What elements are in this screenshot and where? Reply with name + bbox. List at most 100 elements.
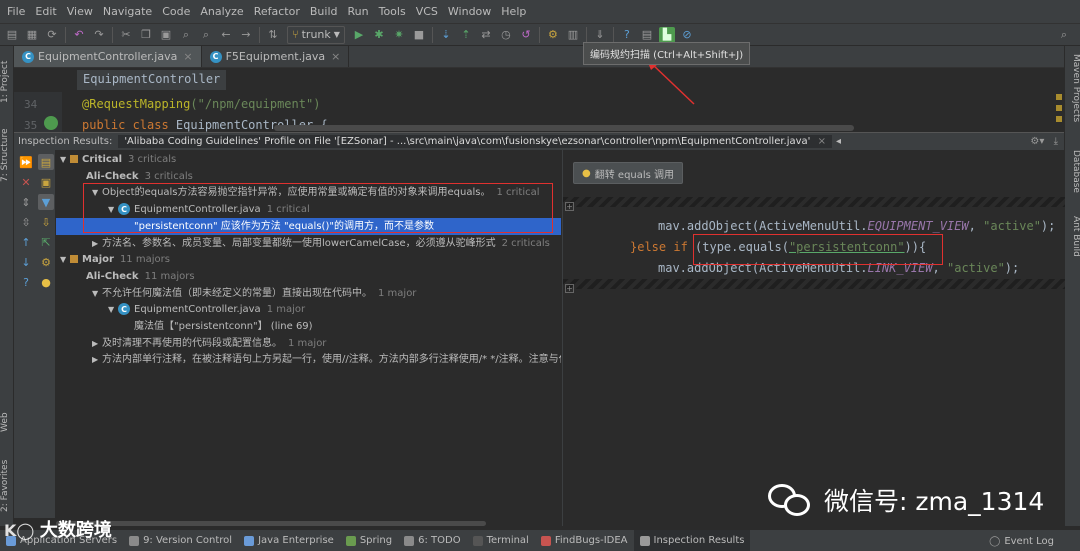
tree-row[interactable]: ▼ Critical 3 criticals (56, 151, 561, 168)
tool-tab-findbugs-idea[interactable]: FindBugs-IDEA (535, 530, 634, 551)
code-editor[interactable]: 34 35 @RequestMapping("/npm/equipment") … (14, 92, 1064, 132)
tree-row[interactable]: Ali-Check 11 majors (56, 268, 561, 285)
find-icon[interactable]: ⌕ (178, 27, 194, 43)
menu-item-analyze[interactable]: Analyze (195, 5, 248, 18)
collapse-arrow-icon[interactable]: ▼ (92, 285, 102, 302)
expand-arrow-icon[interactable]: ▶ (92, 335, 102, 352)
menu-item-help[interactable]: Help (496, 5, 531, 18)
undo-icon[interactable]: ↶ (71, 27, 87, 43)
vcs-compare-icon[interactable]: ⇄ (478, 27, 494, 43)
task-icon[interactable]: ▤ (639, 27, 655, 43)
export-icon[interactable]: ⇩ (38, 214, 54, 230)
vcs-commit-icon[interactable]: ⇡ (458, 27, 474, 43)
vcs-revert-icon[interactable]: ↺ (518, 27, 534, 43)
menu-item-run[interactable]: Run (343, 5, 374, 18)
quick-fix-bulb-icon[interactable]: ● (38, 274, 54, 290)
tool-tab-java-enterprise[interactable]: Java Enterprise (238, 530, 340, 551)
menu-item-vcs[interactable]: VCS (411, 5, 443, 18)
tool-tab-9-version-control[interactable]: 9: Version Control (123, 530, 238, 551)
warning-mark[interactable] (1056, 105, 1062, 111)
realtime-check-toggle-icon[interactable]: ⊘ (679, 27, 695, 43)
tool-tab-project[interactable]: 1: Project (0, 52, 14, 112)
tree-row[interactable]: ▼ C EquipmentController.java 1 major (56, 301, 561, 318)
gear-icon[interactable]: ⚙▾ (1030, 136, 1044, 147)
expand-all-icon[interactable]: ⇕ (18, 194, 34, 210)
tool-tab-structure[interactable]: 7: Structure (0, 120, 14, 190)
edit-settings-icon[interactable]: ⚙ (38, 254, 54, 270)
hide-panel-icon[interactable]: ⤓ (1054, 136, 1058, 147)
back-icon[interactable]: ← (218, 27, 234, 43)
group-by-severity-icon[interactable]: ▤ (38, 154, 54, 170)
tab-scroll-left-icon[interactable]: ◂ (836, 136, 841, 147)
inspection-tab[interactable]: 'Alibaba Coding Guidelines' Profile on F… (118, 135, 832, 148)
quick-fix-button[interactable]: ● 翻转 equals 调用 (573, 162, 684, 184)
autoscroll-icon[interactable]: ⇱ (38, 234, 54, 250)
tool-tab-ant-build[interactable]: Ant Build (1067, 216, 1080, 272)
replace-icon[interactable]: ⌕ (198, 27, 214, 43)
tree-row[interactable]: ▼ 不允许任何魔法值（即未经定义的常量）直接出现在代码中。 1 major (56, 285, 561, 302)
tool-tab-database[interactable]: Database (1067, 150, 1080, 206)
coding-guideline-scan-icon[interactable]: ▙ (658, 26, 675, 43)
fold-marker[interactable]: + (565, 202, 574, 211)
menu-item-tools[interactable]: Tools (374, 5, 411, 18)
debug-icon[interactable]: ✱ (371, 27, 387, 43)
copy-icon[interactable]: ❐ (138, 27, 154, 43)
stop-icon[interactable]: ■ (411, 27, 427, 43)
previous-problem-icon[interactable]: ↑ (18, 234, 34, 250)
event-log-button[interactable]: ◯ Event Log (989, 530, 1054, 551)
close-icon[interactable]: × (818, 136, 826, 147)
collapse-arrow-icon[interactable]: ▼ (60, 151, 70, 168)
tool-tab-terminal[interactable]: Terminal (467, 530, 535, 551)
cut-icon[interactable]: ✂ (118, 27, 134, 43)
group-by-directory-icon[interactable]: ▣ (38, 174, 54, 190)
filter-icon[interactable]: ▼ (38, 194, 54, 210)
tool-tab-6-todo[interactable]: 6: TODO (398, 530, 466, 551)
project-structure-icon[interactable]: ▥ (565, 27, 581, 43)
tree-row[interactable]: ▶ 及时清理不再使用的代码段或配置信息。 1 major (56, 335, 561, 352)
tree-horizontal-scrollbar[interactable] (56, 521, 486, 526)
menu-item-refactor[interactable]: Refactor (249, 5, 305, 18)
editor-tab-f5equipment[interactable]: C F5Equipment.java × (202, 46, 350, 67)
run-icon[interactable]: ▶ (351, 27, 367, 43)
help-icon[interactable]: ? (619, 27, 635, 43)
tool-tab-favorites[interactable]: 2: Favorites (0, 456, 14, 516)
warning-mark[interactable] (1056, 116, 1062, 122)
collapse-all-icon[interactable]: ⇳ (18, 214, 34, 230)
menu-item-file[interactable]: File (2, 5, 30, 18)
tool-tab-inspection-results[interactable]: Inspection Results (633, 529, 751, 551)
sync-icon[interactable]: ⟳ (44, 27, 60, 43)
menu-item-build[interactable]: Build (305, 5, 343, 18)
warning-mark[interactable] (1056, 94, 1062, 100)
sdk-icon[interactable]: ⇓ (592, 27, 608, 43)
tool-tab-web[interactable]: Web (0, 406, 14, 438)
expand-arrow-icon[interactable]: ▶ (92, 351, 102, 368)
tool-tab-spring[interactable]: Spring (340, 530, 398, 551)
forward-icon[interactable]: → (238, 27, 254, 43)
close-icon[interactable]: × (331, 50, 340, 63)
search-everywhere-icon[interactable]: ⌕ (1056, 27, 1072, 43)
menu-item-window[interactable]: Window (443, 5, 496, 18)
rerun-icon[interactable]: ⏩ (18, 154, 34, 170)
collapse-arrow-icon[interactable]: ▼ (60, 251, 70, 268)
close-icon[interactable]: ✕ (18, 174, 34, 190)
menu-item-navigate[interactable]: Navigate (98, 5, 157, 18)
expand-arrow-icon[interactable]: ▶ (92, 235, 102, 252)
tree-row[interactable]: 魔法值【"persistentconn"】 (line 69) (56, 318, 561, 335)
settings-icon[interactable]: ⚙ (545, 27, 561, 43)
fold-marker[interactable]: + (565, 284, 574, 293)
tool-tab-maven[interactable]: Maven Projects (1067, 54, 1080, 144)
coverage-icon[interactable]: ✷ (391, 27, 407, 43)
help-icon[interactable]: ? (18, 274, 34, 290)
breadcrumb[interactable]: EquipmentController (77, 70, 227, 90)
build-icon[interactable]: ⇅ (265, 27, 281, 43)
vcs-branch-selector[interactable]: ⑂ trunk ▼ (287, 25, 345, 44)
paste-icon[interactable]: ▣ (158, 27, 174, 43)
collapse-arrow-icon[interactable]: ▼ (108, 301, 118, 318)
spring-bean-icon[interactable] (44, 116, 58, 130)
tree-row[interactable]: ▼ Major 11 majors (56, 251, 561, 268)
menu-item-edit[interactable]: Edit (30, 5, 61, 18)
tree-row[interactable]: ▶ 方法名、参数名、成员变量、局部变量都统一使用lowerCamelCase，必须… (56, 235, 561, 252)
save-all-icon[interactable]: ▦ (24, 27, 40, 43)
horizontal-scrollbar[interactable] (274, 125, 854, 131)
open-folder-icon[interactable]: ▤ (4, 27, 20, 43)
